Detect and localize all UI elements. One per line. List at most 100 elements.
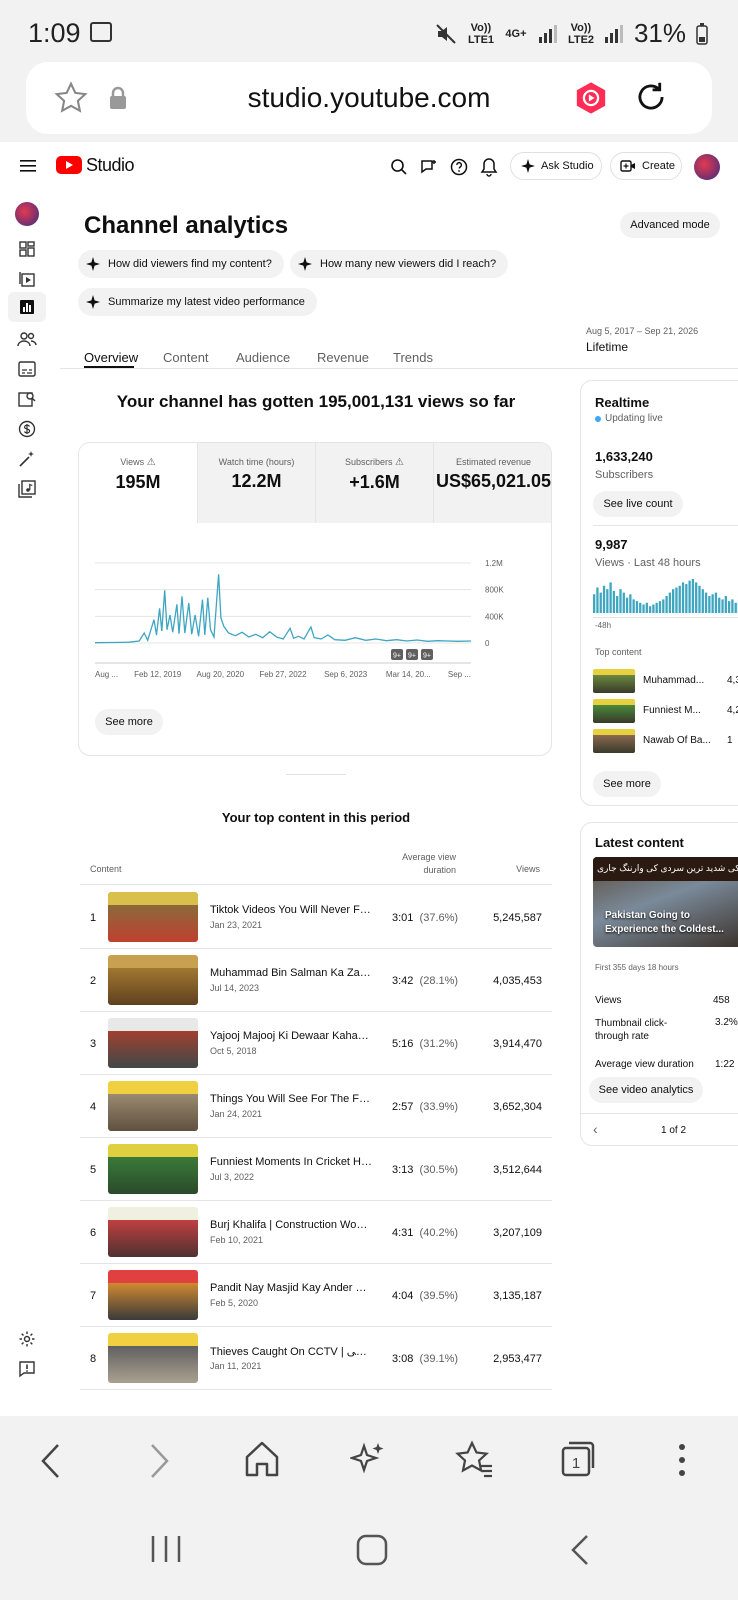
suggestion-chip-viewers-find[interactable]: How did viewers find my content?	[78, 250, 284, 278]
bookmarks-icon[interactable]	[454, 1440, 494, 1478]
video-thumbnail[interactable]	[108, 1333, 198, 1383]
video-thumbnail[interactable]	[108, 955, 198, 1005]
video-title[interactable]: Pandit Nay Masjid Kay Ander Kia ...	[210, 1282, 372, 1294]
channel-avatar[interactable]	[15, 202, 39, 226]
video-title[interactable]: Muhammad Bin Salman Ka Zaati...	[210, 967, 372, 979]
sidebar-item-subtitles[interactable]	[16, 358, 38, 380]
reload-icon[interactable]	[632, 78, 670, 116]
tab-overview[interactable]: Overview	[84, 350, 138, 365]
video-thumbnail[interactable]	[108, 1144, 198, 1194]
help-icon[interactable]	[450, 158, 468, 176]
views-series-line[interactable]	[94, 574, 472, 644]
realtime-video-title[interactable]: Nawab Of Ba...	[643, 735, 715, 746]
more-options-icon[interactable]	[678, 1442, 686, 1478]
realtime-bar-chart[interactable]	[593, 577, 738, 613]
realtime-see-more-button[interactable]: See more	[593, 771, 661, 797]
video-thumbnail[interactable]	[108, 1207, 198, 1257]
sidebar-item-earn[interactable]	[16, 418, 38, 440]
see-more-button[interactable]: See more	[95, 709, 163, 735]
views-line-chart[interactable]: 1.2M 800K 400K 0 Aug ... Feb 12, 2019 Aug 20, …	[79, 523, 552, 683]
sidebar-item-copyright[interactable]	[16, 388, 38, 410]
video-title[interactable]: Funniest Moments In Cricket Hist...	[210, 1156, 372, 1168]
tabs-icon[interactable]: 1	[560, 1440, 596, 1478]
table-row[interactable]: 6 Burj Khalifa | Construction Wond... Feb …	[80, 1201, 552, 1264]
advanced-mode-button[interactable]: Advanced mode	[620, 212, 720, 238]
search-icon[interactable]	[390, 158, 408, 176]
latest-video-thumbnail[interactable]: تان میں تاریخ کی شدید ترین سردی کی وارنن…	[593, 857, 738, 947]
period-selector[interactable]: Lifetime	[586, 340, 628, 354]
sidebar-item-dashboard[interactable]	[16, 238, 38, 260]
realtime-bar	[698, 585, 701, 613]
table-row[interactable]: 8 Thieves Caught On CCTV | سی سی... Jan 11…	[80, 1327, 552, 1390]
studio-page: Studio Ask Studio Create Channel analyti…	[0, 142, 738, 1416]
table-row[interactable]: 4 Things You Will See For The First ... Ja…	[80, 1075, 552, 1138]
realtime-bar	[658, 601, 662, 613]
recent-apps-icon[interactable]	[150, 1534, 182, 1564]
notifications-bell-icon[interactable]	[480, 157, 498, 177]
video-thumbnail[interactable]	[108, 892, 198, 942]
realtime-bar	[612, 590, 616, 613]
comments-icon[interactable]	[420, 158, 438, 176]
realtime-video-thumbnail[interactable]	[593, 729, 635, 753]
suggestion-chip-new-viewers[interactable]: How many new viewers did I reach?	[290, 250, 509, 278]
tab-revenue[interactable]: Revenue	[317, 350, 369, 365]
home-icon[interactable]	[244, 1440, 280, 1478]
table-row[interactable]: 1 Tiktok Videos You Will Never For... Jan …	[80, 886, 552, 949]
sidebar-item-content[interactable]	[16, 268, 38, 290]
youtube-logo-icon[interactable]	[56, 156, 82, 174]
video-thumbnail[interactable]	[108, 1018, 198, 1068]
sidebar-item-customization[interactable]	[16, 448, 38, 470]
video-title[interactable]: Burj Khalifa | Construction Wond...	[210, 1219, 372, 1231]
video-title[interactable]: Things You Will See For The First ...	[210, 1093, 372, 1105]
metric-tab-subscribers[interactable]: Subscribers ⚠ +1.6M	[315, 443, 433, 523]
table-row[interactable]: 2 Muhammad Bin Salman Ka Zaati... Jul 14, …	[80, 949, 552, 1012]
table-row[interactable]: 7 Pandit Nay Masjid Kay Ander Kia ... Feb …	[80, 1264, 552, 1327]
url-text[interactable]: studio.youtube.com	[26, 82, 712, 114]
tab-audience[interactable]: Audience	[236, 350, 290, 365]
create-button[interactable]: Create	[610, 152, 682, 180]
forward-icon[interactable]	[146, 1442, 172, 1480]
ask-studio-button[interactable]: Ask Studio	[510, 152, 602, 180]
feedback-icon	[19, 1361, 35, 1378]
video-thumbnail[interactable]	[108, 1270, 198, 1320]
sidebar-item-community[interactable]	[16, 328, 38, 350]
video-title[interactable]: Thieves Caught On CCTV | سی سی...	[210, 1345, 372, 1358]
tab-trends[interactable]: Trends	[393, 350, 433, 365]
back-icon[interactable]	[38, 1442, 64, 1480]
video-thumbnail[interactable]	[108, 1081, 198, 1131]
table-row[interactable]: 5 Funniest Moments In Cricket Hist... Jul …	[80, 1138, 552, 1201]
suggestion-chip-summarize[interactable]: Summarize my latest video performance	[78, 288, 317, 316]
sidebar-item-feedback[interactable]	[16, 1358, 38, 1380]
studio-logo-text[interactable]: Studio	[86, 155, 135, 176]
youtube-studio-app-icon[interactable]	[574, 80, 608, 116]
browser-url-bar[interactable]: studio.youtube.com	[26, 62, 712, 134]
account-avatar[interactable]	[694, 154, 720, 180]
date-range-text[interactable]: Aug 5, 2017 – Sep 21, 2026	[586, 326, 698, 336]
tab-content[interactable]: Content	[163, 350, 209, 365]
sidebar-item-analytics[interactable]	[8, 292, 46, 322]
system-home-icon[interactable]	[356, 1534, 388, 1566]
video-title[interactable]: Yajooj Majooj Ki Dewaar Kahan H...	[210, 1030, 372, 1042]
metric-tab-views[interactable]: Views ⚠ 195M	[79, 443, 197, 523]
realtime-video-thumbnail[interactable]	[593, 699, 635, 723]
see-live-count-button[interactable]: See live count	[593, 491, 683, 517]
realtime-bar	[599, 592, 602, 613]
metric-tab-watch-time[interactable]: Watch time (hours) 12.2M	[197, 443, 315, 523]
realtime-video-thumbnail[interactable]	[593, 669, 635, 693]
realtime-bar	[721, 599, 724, 613]
see-video-analytics-button[interactable]: See video analytics	[589, 1077, 703, 1103]
realtime-video-title[interactable]: Muhammad...	[643, 675, 715, 686]
system-back-icon[interactable]	[570, 1534, 590, 1566]
video-title[interactable]: Tiktok Videos You Will Never For...	[210, 904, 372, 916]
sidebar-item-settings[interactable]	[16, 1328, 38, 1350]
sidebar-item-audio-library[interactable]	[16, 478, 38, 500]
previous-page-icon[interactable]: ‹	[593, 1121, 598, 1137]
menu-icon[interactable]	[20, 159, 36, 173]
realtime-video-title[interactable]: Funniest M...	[643, 705, 715, 716]
mute-icon	[436, 23, 456, 44]
section-divider	[286, 774, 346, 775]
metric-tab-revenue[interactable]: Estimated revenue US$65,021.05	[433, 443, 551, 523]
table-row[interactable]: 3 Yajooj Majooj Ki Dewaar Kahan H... Oct 5…	[80, 1012, 552, 1075]
realtime-bar	[678, 585, 681, 613]
ai-sparkles-icon[interactable]	[350, 1440, 386, 1478]
